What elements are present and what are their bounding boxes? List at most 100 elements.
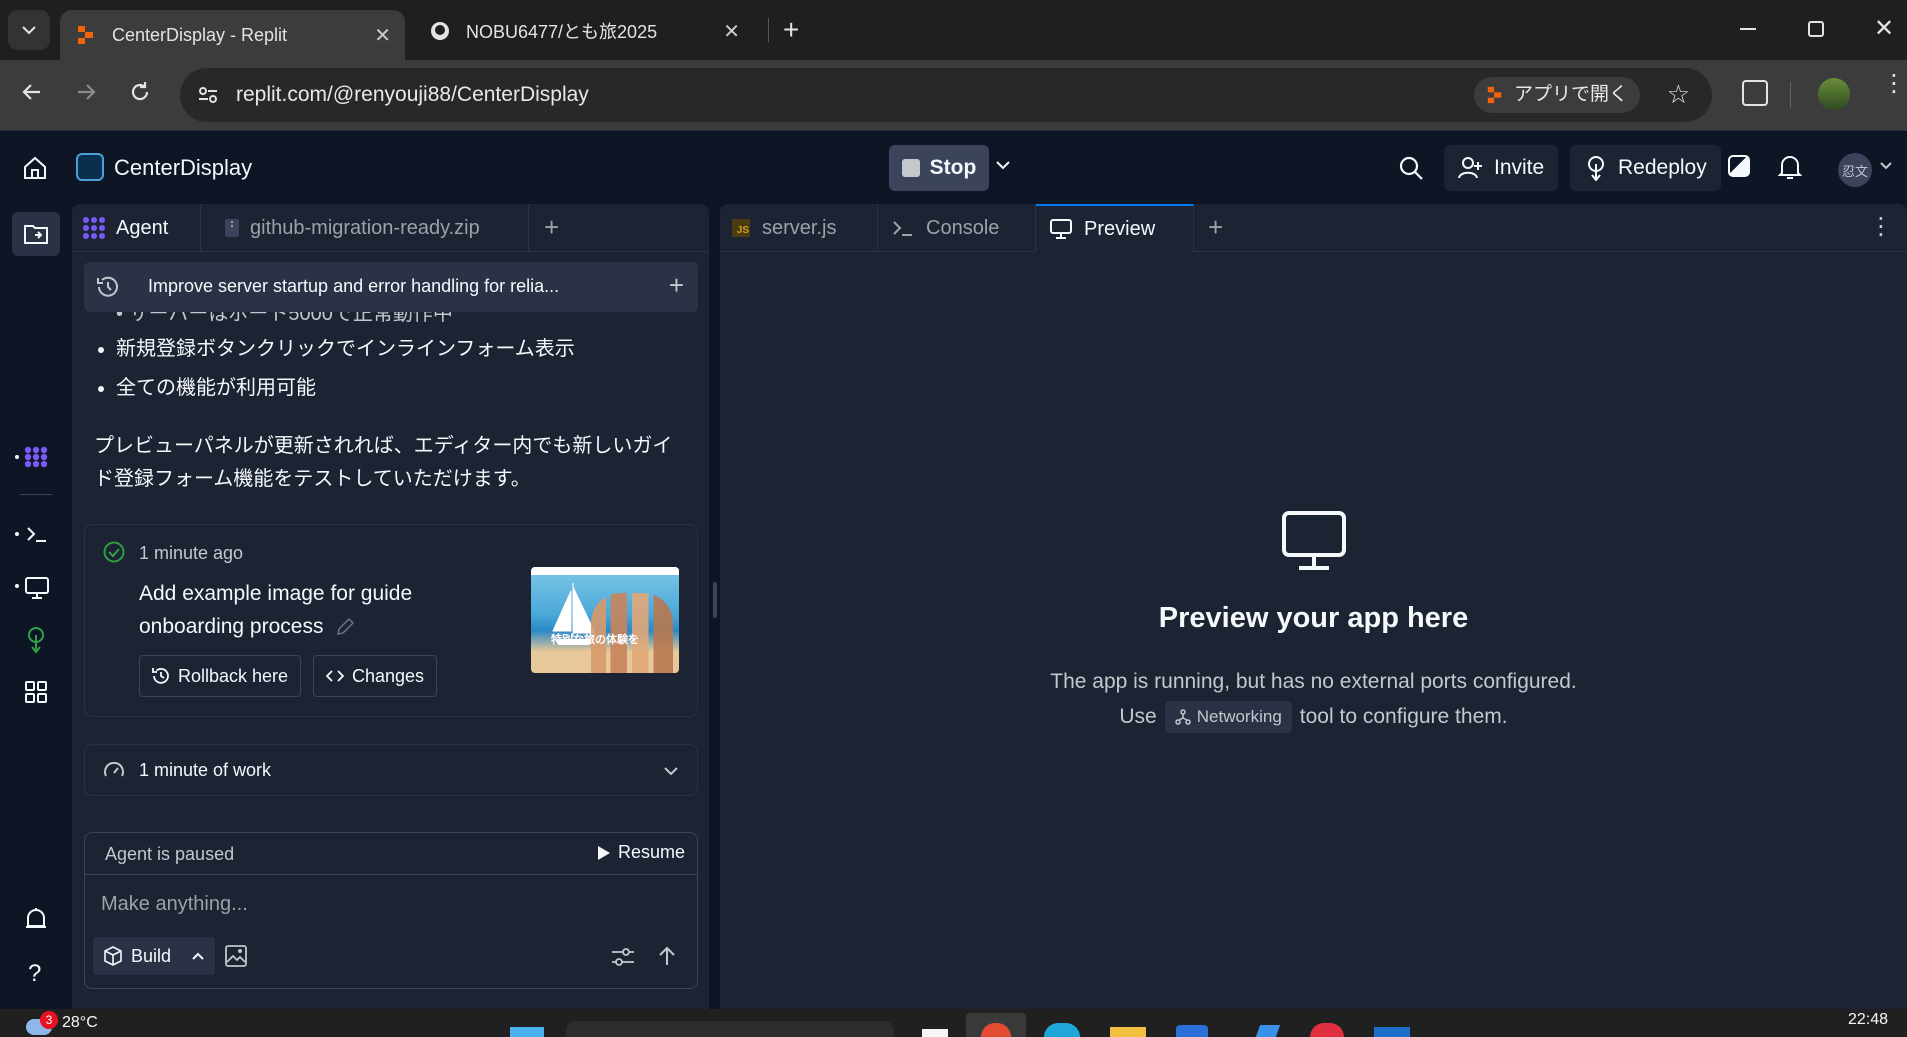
taskbar-app-1[interactable] [922,1029,948,1037]
browser-tab-github[interactable]: NOBU6477/とも旅2025 ✕ [414,10,754,52]
invite-button[interactable]: Invite [1444,145,1559,191]
console-rail-button[interactable] [14,522,50,546]
stop-button[interactable]: Stop [889,145,989,191]
new-chat-button[interactable]: + [669,270,684,301]
work-summary-row[interactable]: 1 minute of work [84,744,698,796]
reload-icon [131,82,149,101]
deployments-button[interactable] [1728,155,1750,177]
mode-selector[interactable]: Build [93,937,216,975]
tab-agent[interactable]: Agent [82,204,186,252]
open-in-app-button[interactable]: アプリで開く [1473,77,1640,113]
workspace-tabs: JS server.js Console Preview + ⋮ [720,204,1907,252]
close-tab-icon[interactable]: ✕ [723,19,740,44]
help-rail-button[interactable]: ? [28,960,41,988]
preview-message-line1: The app is running, but has no external … [1050,670,1577,693]
site-info-icon[interactable] [196,83,220,107]
deploy-icon [1588,156,1604,181]
send-button[interactable] [657,945,677,967]
taskbar-app-chrome[interactable] [966,1013,1026,1037]
tab-console[interactable]: Console [878,204,1036,252]
add-tab-button[interactable]: + [544,212,559,243]
preview-rail-button[interactable] [14,574,50,600]
new-tab-button[interactable]: + [783,14,799,46]
deployments-rail-button[interactable] [24,626,48,654]
edit-pencil-icon[interactable] [335,617,355,637]
profile-avatar[interactable] [1818,78,1850,110]
close-window-button[interactable]: ✕ [1874,14,1894,43]
tab-search-button[interactable] [8,10,50,50]
arrow-right-icon [78,84,96,100]
taskbar-app-explorer[interactable] [1110,1027,1146,1037]
bullet-item: 新規登録ボタンクリックでインラインフォーム表示 [116,330,686,369]
message-bullets: 新規登録ボタンクリックでインラインフォーム表示 全ての機能が利用可能 [116,330,686,408]
restore-button[interactable] [1808,21,1824,37]
address-bar[interactable]: replit.com/@renyouji88/CenterDisplay アプリ… [180,68,1712,122]
taskbar-search[interactable] [566,1021,894,1037]
work-summary-text: 1 minute of work [139,760,272,780]
taskbar-app-5[interactable] [1255,1025,1281,1037]
cube-icon [104,946,122,966]
tab-title: NOBU6477/とも旅2025 [466,22,658,42]
checkpoint-thumbnail[interactable]: 特別な旅の体験を [531,567,679,673]
weather-widget[interactable]: 3 28°C [26,1011,98,1035]
files-button[interactable] [12,212,60,256]
notifications-button[interactable] [1778,153,1802,181]
minimize-button[interactable] [1740,28,1756,30]
resume-button[interactable]: Resume [597,842,685,863]
taskbar-app-4[interactable] [1176,1025,1208,1037]
bookmark-star-icon[interactable]: ☆ [1667,79,1690,110]
replit-logo-icon [1487,86,1502,104]
home-button[interactable] [22,155,48,181]
project-name[interactable]: CenterDisplay [114,155,252,181]
checkpoint-card: 1 minute ago Add example image for guide… [84,524,698,717]
grid-icon [25,681,47,703]
extensions-icon[interactable] [1742,80,1768,106]
chevron-down-icon[interactable] [1880,161,1892,171]
close-tab-icon[interactable]: ✕ [374,23,391,48]
replit-header: CenterDisplay Stop Invite Redeploy 忍文 [0,130,1907,204]
bell-icon [1778,156,1802,179]
rollback-button[interactable]: Rollback here [139,655,302,697]
user-avatar[interactable]: 忍文 [1838,153,1872,187]
paused-text: Agent is paused [105,844,235,864]
agent-input-box: Agent is paused Resume Make anything... … [84,832,698,989]
arrow-left-icon [22,84,40,100]
changes-button[interactable]: Changes [313,655,438,697]
settings-sliders-button[interactable] [611,947,635,967]
monitor-large-icon [1282,511,1346,570]
taskbar-app-6[interactable] [1310,1023,1344,1037]
browser-tab-replit[interactable]: CenterDisplay - Replit ✕ [60,10,405,60]
networking-tool-chip[interactable]: Networking [1164,701,1292,733]
whats-new-rail-button[interactable] [24,906,48,932]
start-button[interactable] [510,1027,544,1037]
tab-preview[interactable]: Preview [1036,204,1194,252]
agent-rail-button[interactable] [14,442,54,472]
checkpoint-time: 1 minute ago [139,543,244,563]
forward-button[interactable] [74,80,98,104]
attach-image-button[interactable] [225,945,247,967]
taskbar-app-7[interactable] [1374,1027,1410,1037]
project-icon[interactable] [76,153,104,181]
panel-resize-handle[interactable] [713,582,717,618]
search-button[interactable] [1398,155,1424,181]
redeploy-button[interactable]: Redeploy [1570,145,1721,191]
thumbnail-navbar [531,567,679,575]
prompt-input[interactable]: Make anything... [101,893,681,916]
speedometer-icon [104,761,124,777]
history-icon[interactable] [96,275,120,299]
tab-zip-file[interactable]: github-migration-ready.zip [224,204,480,252]
taskbar-app-edge[interactable] [1044,1023,1080,1037]
all-tools-rail-button[interactable] [24,680,48,704]
run-options-dropdown[interactable] [995,159,1011,171]
taskbar-clock[interactable]: 22:48 [1848,1011,1888,1029]
browser-menu-icon[interactable]: ⋮ [1882,72,1906,96]
deploy-icon [28,627,44,654]
pane-menu-icon[interactable]: ⋮ [1869,212,1893,241]
workspace-pane: JS server.js Console Preview + ⋮ Preview… [720,204,1907,1009]
arrow-up-icon [659,946,675,965]
reload-button[interactable] [128,80,152,104]
add-workspace-tab-button[interactable]: + [1208,212,1223,243]
back-button[interactable] [20,80,44,104]
chat-title[interactable]: Improve server startup and error handlin… [148,276,559,297]
tab-server-js[interactable]: JS server.js [720,204,878,252]
